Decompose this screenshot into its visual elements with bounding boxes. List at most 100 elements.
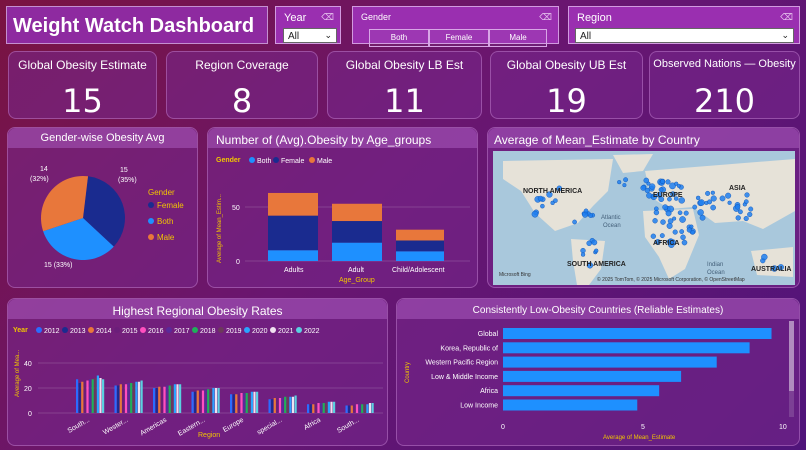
region-bar[interactable] (345, 405, 348, 414)
region-bar[interactable] (86, 380, 89, 414)
region-bar[interactable] (271, 399, 274, 413)
map-bubble[interactable] (674, 181, 679, 186)
region-bar[interactable] (168, 385, 171, 414)
scrollbar-thumb[interactable] (789, 321, 794, 391)
region-bar[interactable] (348, 405, 351, 414)
region-bar[interactable] (230, 394, 233, 413)
age-bar-female[interactable] (268, 215, 318, 251)
legend-year-label[interactable]: 2014 (96, 328, 112, 335)
region-bar[interactable] (278, 398, 282, 413)
age-bar-female[interactable] (396, 240, 444, 252)
region-bar[interactable] (160, 386, 163, 413)
region-bar[interactable] (368, 403, 372, 413)
region-bar[interactable] (191, 391, 194, 413)
region-bar[interactable] (309, 404, 312, 413)
map-bubble[interactable] (744, 192, 750, 198)
clear-filter-icon[interactable]: ⌫ (321, 12, 334, 23)
map-bubble[interactable] (572, 219, 577, 225)
region-bar[interactable] (248, 393, 251, 413)
region-bar[interactable] (237, 394, 240, 413)
map-bubble[interactable] (710, 204, 716, 211)
region-bar[interactable] (333, 401, 336, 413)
region-bar[interactable] (119, 384, 122, 413)
map-bubble[interactable] (594, 248, 599, 253)
map-bubble[interactable] (622, 183, 627, 188)
region-bar[interactable] (194, 391, 197, 413)
region-bar[interactable] (253, 391, 256, 413)
map-bubble[interactable] (747, 211, 753, 218)
low-bar[interactable] (503, 370, 682, 382)
region-bar[interactable] (166, 385, 169, 414)
map-bubble[interactable] (705, 190, 711, 196)
map-bubble[interactable] (699, 214, 706, 221)
legend-year-label[interactable]: 2019 (226, 328, 242, 335)
map-bubble[interactable] (591, 239, 598, 246)
year-dropdown[interactable]: All ⌄ (283, 28, 337, 43)
year-legend[interactable]: 2012 2013 2014 2015 2016 2017 2018 2019 2020 2021… (36, 327, 320, 335)
map-bubble[interactable] (707, 199, 713, 205)
map-bubble[interactable] (743, 216, 749, 222)
legend-year-label[interactable]: 2013 (70, 328, 86, 335)
legend-year-label[interactable]: 2020 (252, 328, 268, 335)
region-bar[interactable] (358, 404, 361, 413)
map-bubble[interactable] (665, 179, 671, 185)
map-bubble[interactable] (537, 195, 544, 202)
region-bar[interactable] (158, 386, 161, 413)
map-bubble[interactable] (761, 253, 768, 261)
clear-filter-icon[interactable]: ⌫ (780, 12, 793, 23)
age-bar-both[interactable] (396, 251, 444, 261)
region-bar[interactable] (212, 388, 215, 413)
low-bar[interactable] (503, 385, 660, 397)
region-slicer[interactable]: Region ⌫ All ⌄ (568, 6, 800, 44)
map-bubble[interactable] (617, 180, 622, 185)
region-bar[interactable] (83, 380, 86, 414)
region-bar[interactable] (312, 404, 315, 413)
year-slicer[interactable]: Year ⌫ All ⌄ (275, 6, 341, 44)
legend-year-label[interactable]: 2021 (278, 328, 294, 335)
gender-female-button[interactable]: Female (429, 29, 489, 47)
map-bubble[interactable] (695, 195, 701, 201)
region-bar[interactable] (289, 396, 292, 413)
map-bubble[interactable] (553, 198, 558, 203)
region-bar[interactable] (286, 396, 289, 413)
map-bubble[interactable] (677, 210, 683, 216)
map-bubble[interactable] (662, 204, 669, 211)
region-bar[interactable] (268, 399, 271, 413)
map-bubble[interactable] (660, 219, 666, 225)
legend-year-label[interactable]: 2018 (200, 328, 216, 335)
legend-year-label[interactable]: 2017 (174, 328, 190, 335)
low-bar[interactable] (503, 356, 717, 368)
map-bubble[interactable] (679, 216, 686, 223)
map-bubble[interactable] (735, 215, 741, 221)
low-bar[interactable] (503, 342, 750, 354)
map-bubble[interactable] (680, 234, 686, 240)
region-bar[interactable] (276, 398, 279, 413)
region-bar[interactable] (127, 383, 130, 413)
gender-male-button[interactable]: Male (489, 29, 547, 47)
region-bar[interactable] (196, 390, 199, 414)
gender-both-button[interactable]: Both (369, 29, 429, 47)
region-bar[interactable] (89, 379, 92, 413)
region-bar[interactable] (314, 403, 317, 413)
region-bar[interactable] (256, 391, 259, 413)
map-bubble[interactable] (738, 209, 743, 215)
map-bubble[interactable] (540, 203, 545, 209)
age-bar-male[interactable] (332, 203, 382, 222)
map-bubble[interactable] (646, 181, 651, 186)
legend-year-label[interactable]: 2015 (122, 328, 138, 335)
region-bar[interactable] (325, 403, 328, 413)
map-bubble[interactable] (665, 210, 672, 217)
map-bubble[interactable] (697, 209, 704, 216)
region-bar[interactable] (355, 404, 359, 413)
region-bar[interactable] (281, 398, 284, 413)
map-bubble[interactable] (683, 210, 689, 216)
region-bar[interactable] (91, 379, 94, 413)
age-bar-female[interactable] (332, 221, 382, 243)
region-bar[interactable] (130, 383, 133, 413)
map-bubble[interactable] (719, 195, 726, 202)
legend-year-label[interactable]: 2022 (304, 328, 320, 335)
map-bubble[interactable] (679, 229, 685, 234)
region-bar[interactable] (163, 386, 166, 413)
region-bar[interactable] (76, 379, 79, 413)
legend-year-label[interactable]: 2012 (44, 328, 60, 335)
